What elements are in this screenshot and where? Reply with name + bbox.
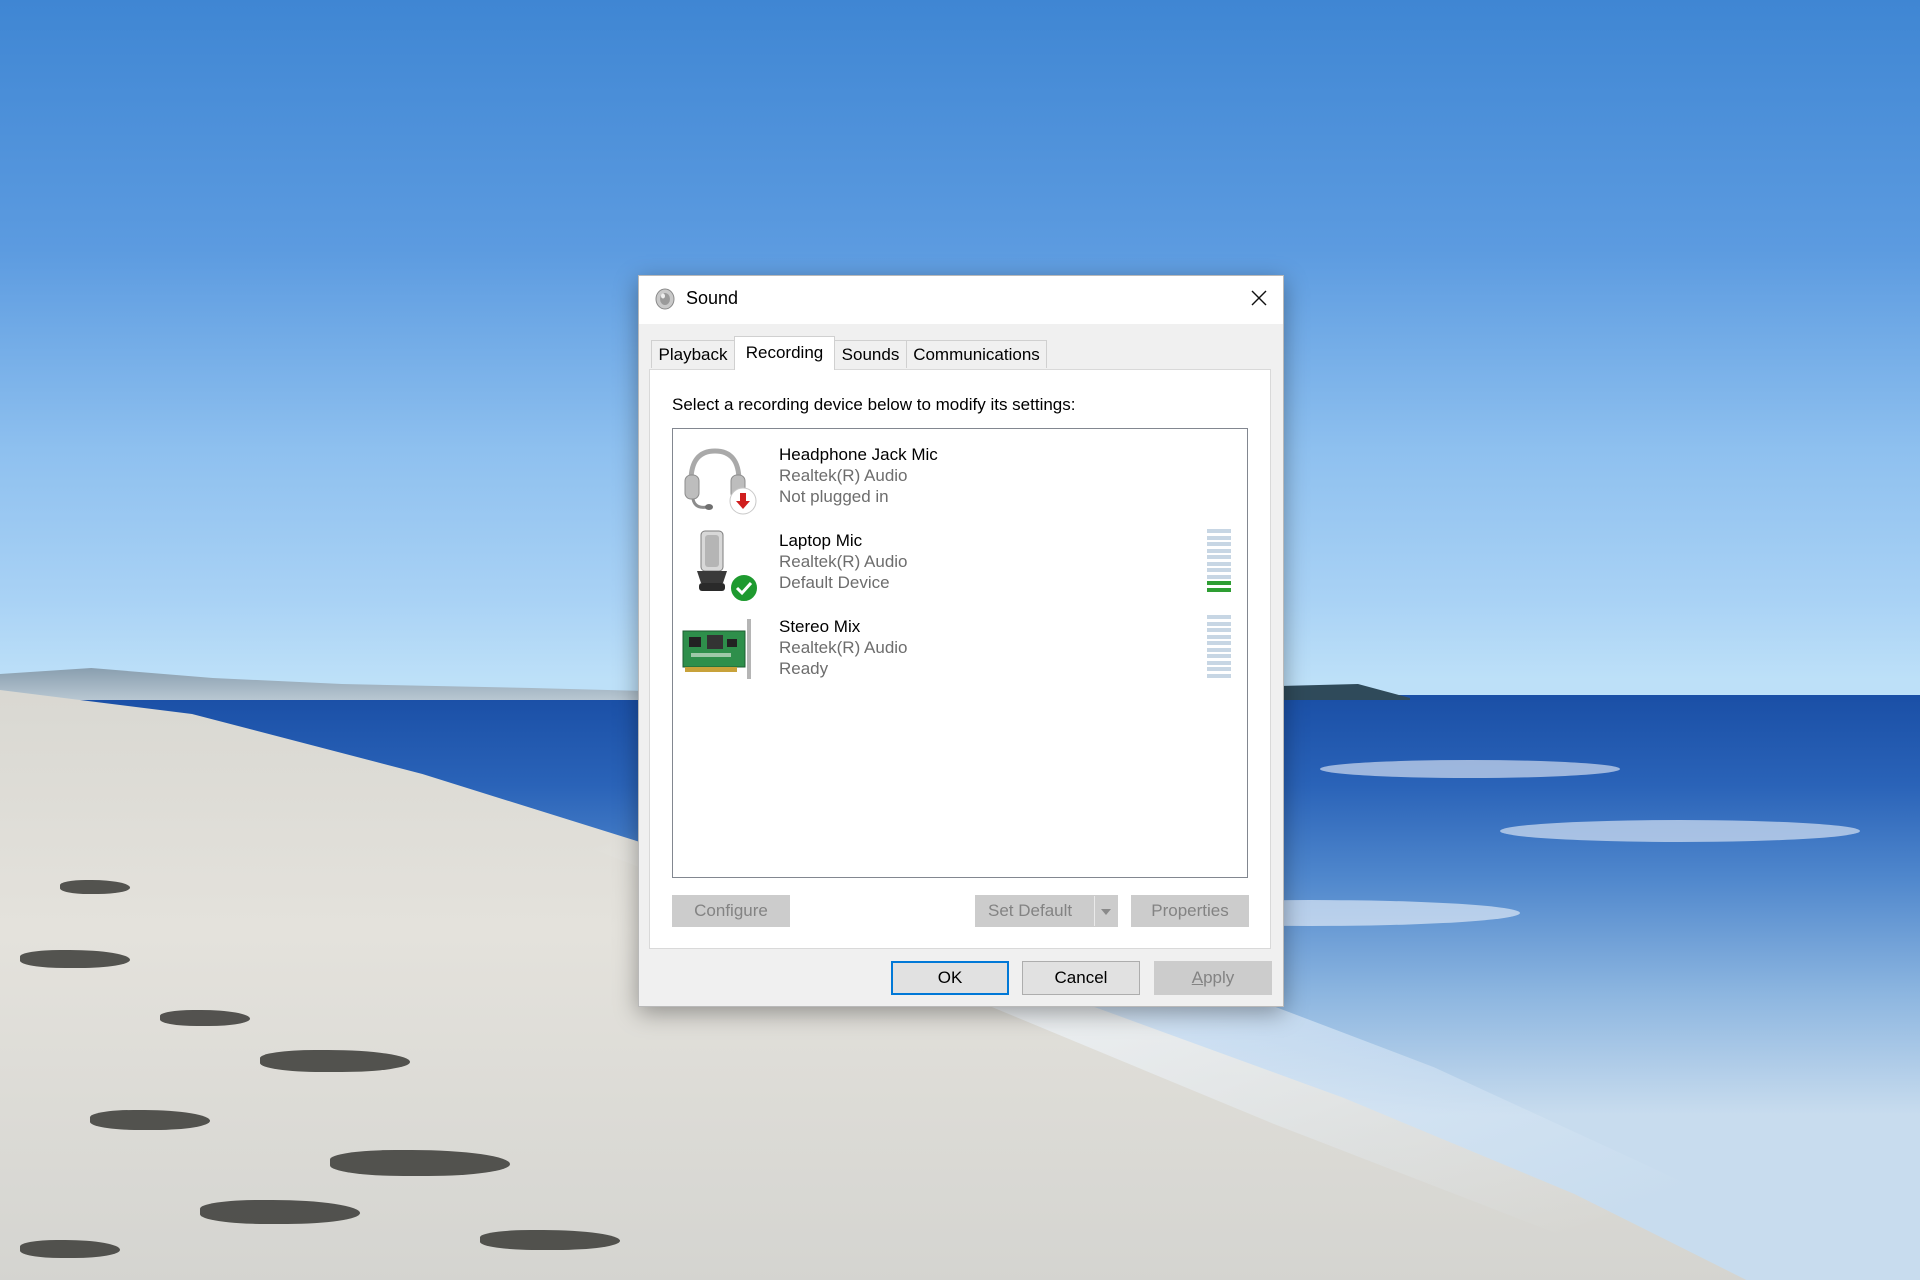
wallpaper-seaweed <box>60 880 130 894</box>
device-list[interactable]: Headphone Jack Mic Realtek(R) Audio Not … <box>672 428 1248 878</box>
wallpaper-wave <box>1320 760 1620 778</box>
level-meter-segment <box>1207 667 1231 671</box>
level-meter-segment <box>1207 574 1231 579</box>
instruction-text: Select a recording device below to modif… <box>672 395 1076 414</box>
tab-communications[interactable]: Communications <box>906 340 1047 368</box>
level-meter-segment <box>1207 529 1231 533</box>
device-driver: Realtek(R) Audio <box>779 466 908 485</box>
headset-icon <box>681 441 757 517</box>
close-button[interactable] <box>1235 276 1283 324</box>
level-meter-segment <box>1207 647 1231 652</box>
wallpaper-seaweed <box>90 1110 210 1130</box>
wallpaper-seaweed <box>480 1230 620 1250</box>
set-default-label: Set Default <box>988 901 1073 920</box>
level-meter-segment <box>1207 555 1231 559</box>
level-meter-segment <box>1207 581 1231 585</box>
device-name: Stereo Mix <box>779 617 861 636</box>
sound-card-icon <box>681 613 757 689</box>
level-meter <box>1207 529 1231 593</box>
tab-sounds[interactable]: Sounds <box>834 340 907 368</box>
wallpaper-seaweed <box>330 1150 510 1176</box>
set-default-split-button[interactable]: Set Default <box>975 895 1118 927</box>
device-driver: Realtek(R) Audio <box>779 552 908 571</box>
list-item-stereo-mix[interactable]: Stereo Mix Realtek(R) Audio Ready <box>673 607 1247 691</box>
device-name: Headphone Jack Mic <box>779 445 938 464</box>
level-meter-segment <box>1207 634 1231 639</box>
wallpaper-seaweed <box>20 1240 120 1258</box>
level-meter <box>1207 615 1231 679</box>
apply-button[interactable]: Apply <box>1154 961 1272 995</box>
device-status: Default Device <box>779 573 890 592</box>
level-meter-segment <box>1207 535 1231 540</box>
window-title: Sound <box>686 288 739 308</box>
level-meter-segment <box>1207 615 1231 619</box>
level-meter-segment <box>1207 641 1231 645</box>
wallpaper-seaweed <box>260 1050 410 1072</box>
tab-recording[interactable]: Recording <box>734 336 835 370</box>
chevron-down-icon <box>1100 896 1112 926</box>
close-icon <box>1250 289 1268 312</box>
level-meter-segment <box>1207 548 1231 553</box>
wallpaper-seaweed <box>200 1200 360 1224</box>
microphone-icon <box>681 527 759 603</box>
device-driver: Realtek(R) Audio <box>779 638 908 657</box>
wallpaper-seaweed <box>20 950 130 968</box>
recording-panel: Select a recording device below to modif… <box>649 369 1271 949</box>
wallpaper-wave <box>1500 820 1860 842</box>
device-status: Not plugged in <box>779 487 889 506</box>
level-meter-segment <box>1207 628 1231 632</box>
cancel-button[interactable]: Cancel <box>1022 961 1140 995</box>
level-meter-segment <box>1207 660 1231 665</box>
level-meter-segment <box>1207 561 1231 566</box>
tab-playback[interactable]: Playback <box>651 340 735 368</box>
level-meter-segment <box>1207 654 1231 658</box>
configure-button[interactable]: Configure <box>672 895 790 927</box>
level-meter-segment <box>1207 673 1231 678</box>
device-name: Laptop Mic <box>779 531 863 550</box>
wallpaper-headland <box>1280 684 1410 700</box>
wallpaper-seaweed <box>160 1010 250 1026</box>
properties-button[interactable]: Properties <box>1131 895 1249 927</box>
default-check-badge-icon <box>729 573 759 608</box>
unplugged-badge-icon <box>729 487 757 520</box>
device-status: Ready <box>779 659 829 678</box>
level-meter-segment <box>1207 568 1231 572</box>
ok-button[interactable]: OK <box>891 961 1009 995</box>
list-item-headphone-jack-mic[interactable]: Headphone Jack Mic Realtek(R) Audio Not … <box>673 435 1247 519</box>
level-meter-segment <box>1207 587 1231 592</box>
list-item-laptop-mic[interactable]: Laptop Mic Realtek(R) Audio Default Devi… <box>673 521 1247 605</box>
level-meter-segment <box>1207 542 1231 546</box>
speaker-icon <box>653 287 677 311</box>
set-default-dropdown[interactable] <box>1094 896 1117 926</box>
title-bar: Sound <box>639 276 1283 324</box>
sound-dialog: Sound Playback Recording Sounds Communic… <box>638 275 1284 1007</box>
level-meter-segment <box>1207 621 1231 626</box>
